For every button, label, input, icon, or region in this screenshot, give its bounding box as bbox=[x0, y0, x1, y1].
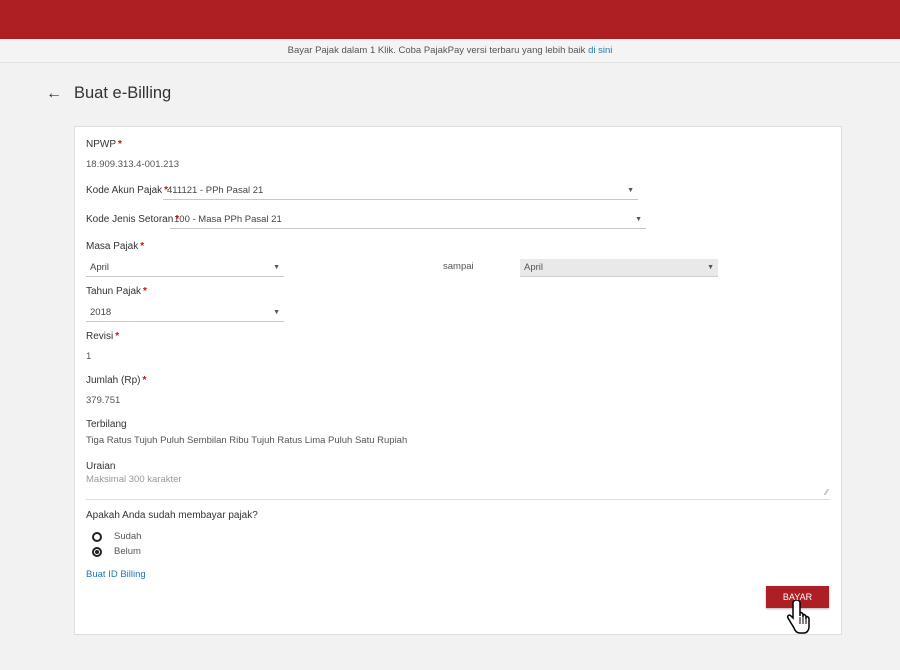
terbilang-value: Tiga Ratus Tujuh Puluh Sembilan Ribu Tuj… bbox=[86, 435, 408, 446]
notice-link[interactable]: di sini bbox=[588, 45, 612, 56]
paid-question: Apakah Anda sudah membayar pajak? bbox=[86, 510, 258, 521]
revisi-value: 1 bbox=[86, 351, 92, 362]
revisi-label: Revisi * bbox=[86, 331, 120, 342]
jumlah-value: 379.751 bbox=[86, 395, 121, 406]
chevron-down-icon: ▼ bbox=[627, 187, 634, 194]
hand-cursor-icon bbox=[787, 600, 810, 634]
masa-pajak-label: Masa Pajak * bbox=[86, 241, 145, 252]
sampai-label: sampai bbox=[443, 261, 474, 272]
tahun-pajak-label: Tahun Pajak * bbox=[86, 286, 147, 297]
tahun-pajak-select[interactable]: 2018 ▼ bbox=[86, 304, 284, 322]
kode-akun-label: Kode Akun Pajak * bbox=[86, 185, 169, 196]
terbilang-label: Terbilang bbox=[86, 419, 127, 430]
radio-selected-icon[interactable] bbox=[92, 546, 102, 557]
page-header: ← Buat e-Billing bbox=[46, 84, 171, 103]
kode-jenis-select[interactable]: 100 - Masa PPh Pasal 21 ▼ bbox=[170, 211, 646, 229]
uraian-textarea[interactable]: Maksimal 300 karakter ⁄⁄ bbox=[86, 474, 830, 500]
back-arrow-icon[interactable]: ← bbox=[46, 85, 66, 103]
page-title: Buat e-Billing bbox=[74, 84, 172, 102]
npwp-label: NPWP * bbox=[86, 139, 122, 150]
form-card bbox=[74, 126, 842, 635]
radio-belum[interactable]: Belum bbox=[92, 546, 141, 557]
notice-bar: Bayar Pajak dalam 1 Klik. Coba PajakPay … bbox=[0, 39, 900, 63]
npwp-value: 18.909.313.4-001.213 bbox=[86, 159, 179, 170]
radio-sudah[interactable]: Sudah bbox=[92, 531, 141, 542]
buat-id-billing-link[interactable]: Buat ID Billing bbox=[86, 569, 146, 580]
kode-akun-select[interactable]: 411121 - PPh Pasal 21 ▼ bbox=[163, 182, 638, 200]
masa-to-select: April ▼ bbox=[520, 259, 718, 277]
notice-text: Bayar Pajak dalam 1 Klik. Coba PajakPay … bbox=[287, 45, 589, 56]
jumlah-label: Jumlah (Rp) * bbox=[86, 375, 147, 386]
chevron-down-icon: ▼ bbox=[635, 216, 642, 223]
chevron-down-icon: ▼ bbox=[273, 309, 280, 316]
masa-from-select[interactable]: April ▼ bbox=[86, 259, 284, 277]
top-bar bbox=[0, 0, 900, 39]
radio-circle-icon[interactable] bbox=[92, 531, 102, 542]
kode-jenis-label: Kode Jenis Setoran * bbox=[86, 214, 180, 225]
uraian-placeholder: Maksimal 300 karakter bbox=[86, 474, 182, 485]
chevron-down-icon: ▼ bbox=[273, 264, 280, 271]
resize-handle-icon[interactable]: ⁄⁄ bbox=[825, 488, 828, 497]
uraian-label: Uraian bbox=[86, 461, 116, 472]
chevron-down-icon: ▼ bbox=[707, 264, 714, 271]
